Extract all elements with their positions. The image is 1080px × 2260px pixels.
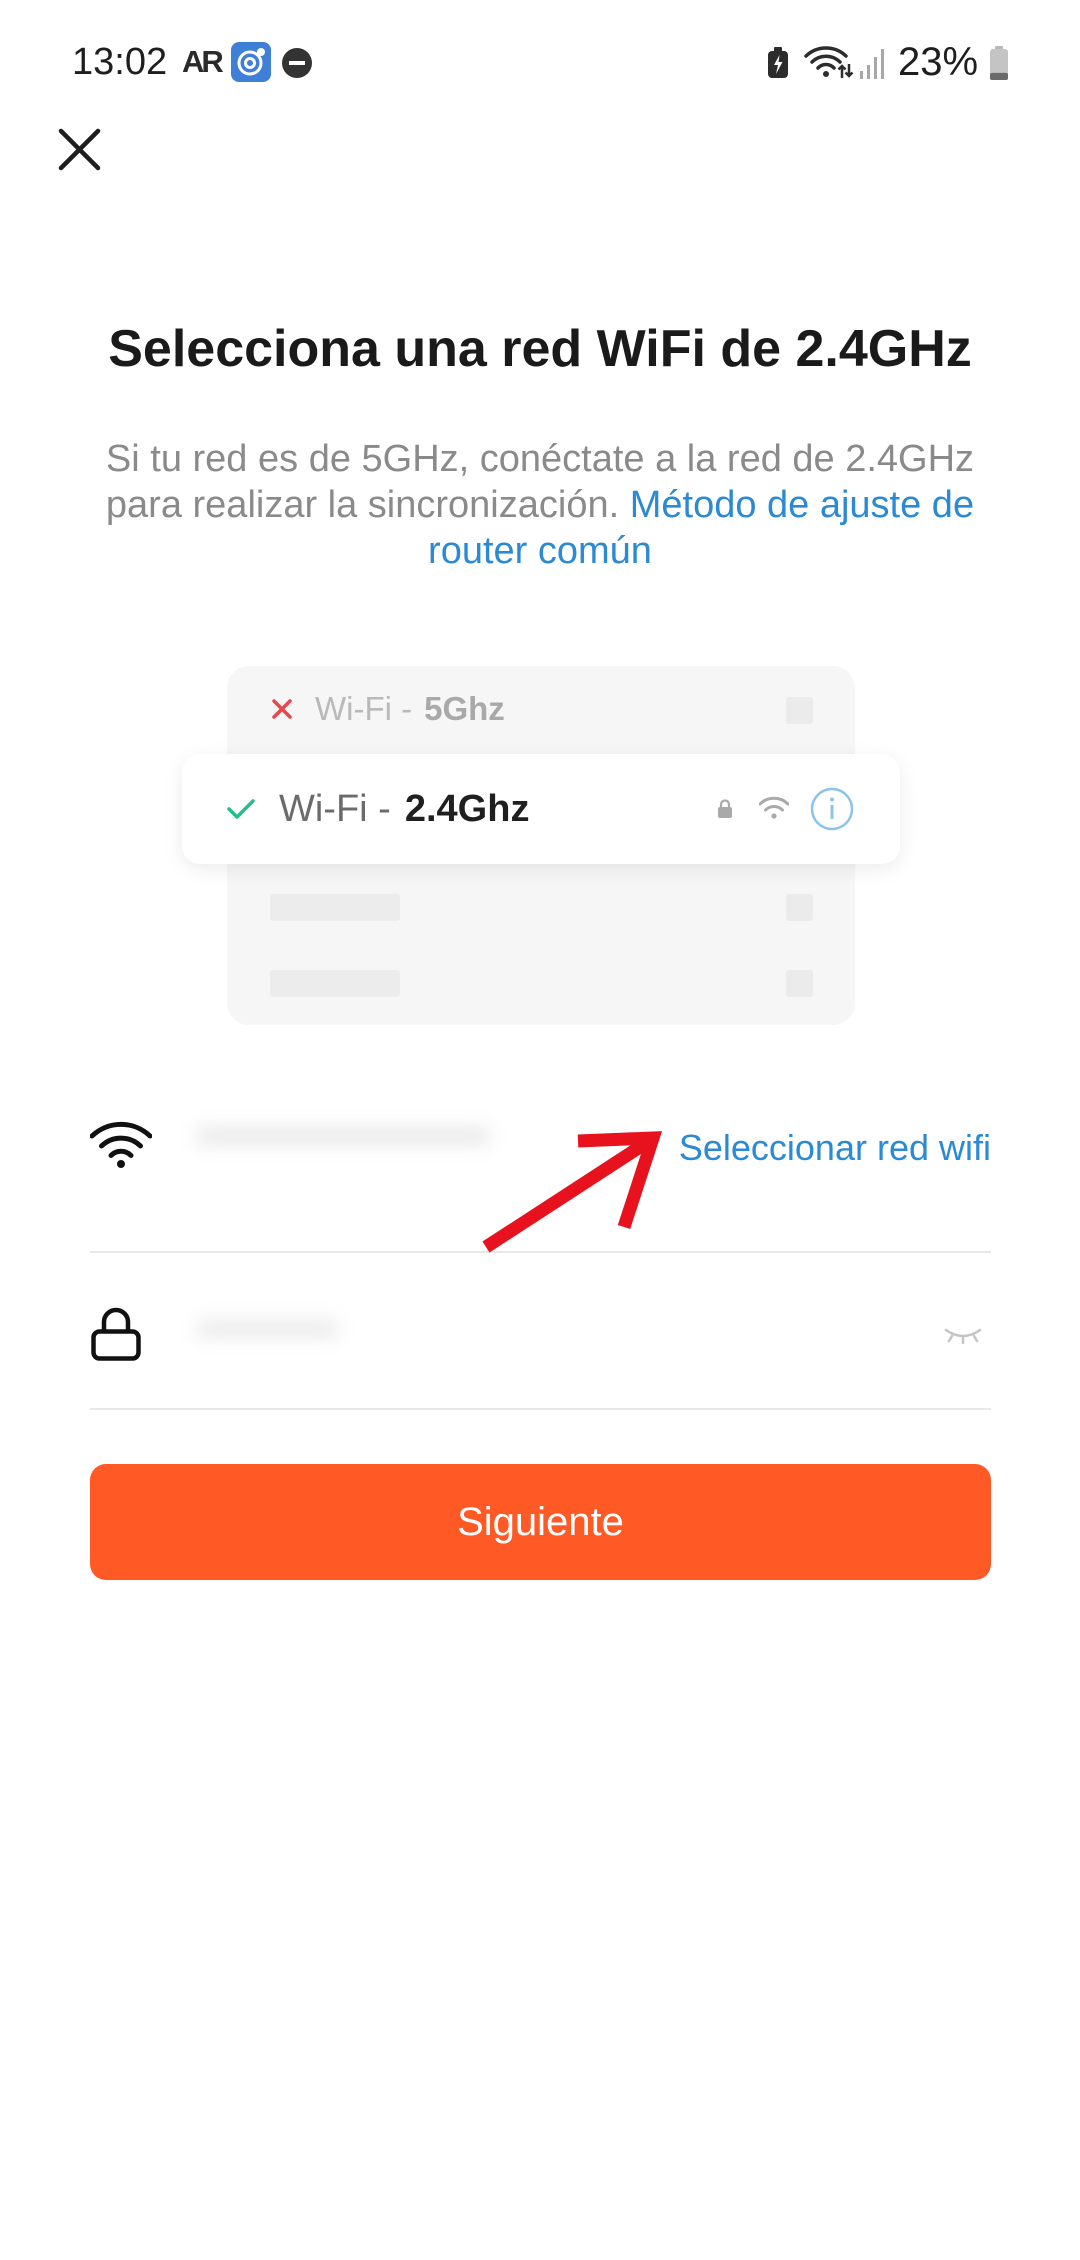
- battery-level-fill: [990, 72, 1008, 80]
- status-time: 13:02: [72, 41, 168, 83]
- wifi-icon: [90, 1119, 152, 1169]
- ar-icon: AR: [182, 44, 224, 79]
- battery-icon: [990, 46, 1008, 80]
- check-icon: [226, 797, 256, 821]
- select-wifi-link[interactable]: Seleccionar red wifi: [679, 1126, 991, 1170]
- placeholder-square: [786, 970, 813, 997]
- network-24ghz-prefix: Wi-Fi -: [279, 788, 391, 830]
- network-24ghz-label: Wi-Fi - 2.4Ghz: [279, 787, 529, 831]
- wifi-activity-icon: [804, 44, 854, 80]
- wifi-name-input[interactable]: [180, 1110, 650, 1186]
- network-24ghz-band: 2.4Ghz: [404, 788, 530, 830]
- info-icon[interactable]: [810, 787, 854, 831]
- x-icon: [271, 698, 293, 720]
- redacted-wifi-name: [195, 1126, 491, 1146]
- divider: [90, 1251, 991, 1253]
- do-not-disturb-icon: [282, 48, 312, 78]
- next-button[interactable]: Siguiente: [90, 1464, 991, 1580]
- placeholder-bar: [270, 894, 400, 921]
- network-5ghz-label: Wi-Fi - 5Ghz: [315, 690, 505, 728]
- signal-icon: [858, 46, 887, 79]
- description: Si tu red es de 5GHz, conéctate a la red…: [85, 436, 995, 574]
- target-app-icon: [231, 42, 271, 82]
- network-5ghz-prefix: Wi-Fi -: [315, 690, 413, 727]
- wifi-setup-screen: 13:02 AR 23% Selecciona una red WiFi de …: [0, 0, 1080, 2260]
- battery-saver-icon: [767, 47, 789, 79]
- eye-closed-icon[interactable]: [943, 1326, 983, 1346]
- network-5ghz-band: 5Ghz: [424, 690, 505, 727]
- placeholder-bar: [270, 970, 400, 997]
- redacted-password: [195, 1320, 340, 1338]
- battery-percent: 23%: [898, 40, 979, 84]
- close-button[interactable]: [58, 128, 101, 171]
- close-icon: [58, 128, 101, 171]
- divider: [90, 1408, 991, 1410]
- network-24ghz-card: Wi-Fi - 2.4Ghz: [182, 754, 900, 864]
- page-title: Selecciona una red WiFi de 2.4GHz: [108, 320, 972, 378]
- lock-icon: [717, 799, 733, 819]
- lock-icon: [90, 1307, 142, 1361]
- wifi-icon: [759, 796, 789, 820]
- placeholder-square: [786, 697, 813, 724]
- placeholder-square: [786, 894, 813, 921]
